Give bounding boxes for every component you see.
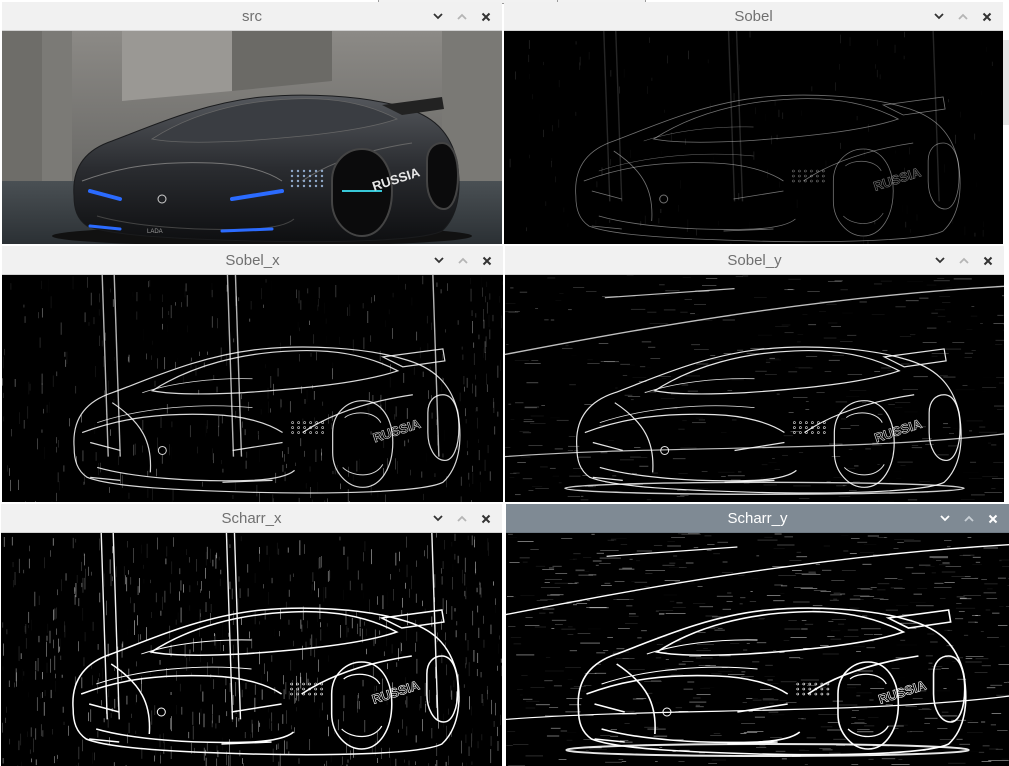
close-icon[interactable] xyxy=(981,504,1005,533)
canvas-bg xyxy=(505,275,1004,502)
image-canvas[interactable]: RUSSIA xyxy=(505,275,1004,502)
sobel-y-image: RUSSIA xyxy=(505,275,1004,502)
dot-pattern xyxy=(320,169,324,173)
window-controls xyxy=(426,2,498,31)
dot-pattern xyxy=(308,174,312,178)
window-src[interactable]: src RUSSIA LADA xyxy=(2,2,502,244)
pillar-shadow xyxy=(232,31,332,91)
image-canvas[interactable]: RUSSIA xyxy=(2,275,503,502)
canvas-bg xyxy=(1,533,502,766)
window-controls xyxy=(928,246,1000,275)
car-photo: RUSSIALADA xyxy=(2,31,502,244)
titlebar[interactable]: Scharr_y xyxy=(506,504,1009,533)
car-wheel-rear xyxy=(426,141,460,211)
dot-pattern xyxy=(290,179,294,183)
chevron-up-icon[interactable] xyxy=(450,2,474,31)
scharr-y-image: RUSSIA xyxy=(506,533,1009,766)
chevron-up-icon[interactable] xyxy=(451,246,475,275)
close-icon[interactable] xyxy=(474,2,498,31)
titlebar[interactable]: Sobel xyxy=(504,2,1003,31)
close-icon[interactable] xyxy=(976,246,1000,275)
canvas-bg xyxy=(504,31,1003,244)
pillar-left-face xyxy=(42,31,72,181)
window-sobel-y[interactable]: Sobel_y RUSSIA xyxy=(505,246,1004,502)
image-canvas[interactable]: RUSSIA xyxy=(506,533,1009,766)
dot-pattern xyxy=(290,184,294,188)
sobel-image: RUSSIA xyxy=(504,31,1003,244)
dot-pattern xyxy=(314,169,318,173)
dot-pattern xyxy=(302,179,306,183)
chevron-down-icon[interactable] xyxy=(928,246,952,275)
titlebar[interactable]: src xyxy=(2,2,502,31)
chevron-down-icon[interactable] xyxy=(933,504,957,533)
dot-pattern xyxy=(302,169,306,173)
dot-pattern xyxy=(314,174,318,178)
chevron-down-icon[interactable] xyxy=(427,246,451,275)
chevron-down-icon[interactable] xyxy=(426,2,450,31)
titlebar[interactable]: Sobel_x xyxy=(2,246,503,275)
chevron-up-icon[interactable] xyxy=(951,2,975,31)
dot-pattern xyxy=(302,174,306,178)
dot-pattern xyxy=(296,184,300,188)
dot-pattern xyxy=(308,184,312,188)
car-badge-text: LADA xyxy=(147,229,163,235)
dot-pattern xyxy=(296,174,300,178)
dot-pattern xyxy=(308,179,312,183)
car-wheel-front xyxy=(331,147,394,238)
dot-pattern xyxy=(320,184,324,188)
close-icon[interactable] xyxy=(975,2,999,31)
dot-pattern xyxy=(308,169,312,173)
dot-pattern xyxy=(320,174,324,178)
lowlight-right xyxy=(220,227,274,233)
window-controls xyxy=(427,246,499,275)
window-scharr-x[interactable]: Scharr_x RUSSIA xyxy=(1,504,502,766)
chevron-up-icon[interactable] xyxy=(450,504,474,533)
image-canvas[interactable]: RUSSIA xyxy=(504,31,1003,244)
dot-pattern xyxy=(302,184,306,188)
sobel-x-image: RUSSIA xyxy=(2,275,503,502)
window-scharr-y[interactable]: Scharr_y RUSSIA xyxy=(506,504,1009,766)
titlebar[interactable]: Sobel_y xyxy=(505,246,1004,275)
window-controls xyxy=(933,504,1005,533)
dot-pattern xyxy=(296,169,300,173)
chevron-up-icon[interactable] xyxy=(952,246,976,275)
image-canvas[interactable]: RUSSIA xyxy=(1,533,502,766)
window-controls xyxy=(927,2,999,31)
dot-pattern xyxy=(290,174,294,178)
image-canvas[interactable]: RUSSIA LADA xyxy=(2,31,502,244)
pillar-center xyxy=(122,31,232,101)
dot-pattern xyxy=(314,184,318,188)
scrollbar-thumb[interactable] xyxy=(1003,40,1009,125)
scharr-x-image: RUSSIA xyxy=(1,533,502,766)
canvas-bg xyxy=(2,275,503,502)
dot-pattern xyxy=(314,179,318,183)
dot-pattern xyxy=(290,169,294,173)
dot-pattern xyxy=(320,179,324,183)
window-sobel-x[interactable]: Sobel_x RUSSIA xyxy=(2,246,503,502)
window-sobel[interactable]: Sobel RUSSIA xyxy=(504,2,1003,244)
close-icon[interactable] xyxy=(474,504,498,533)
window-controls xyxy=(426,504,498,533)
chevron-up-icon[interactable] xyxy=(957,504,981,533)
chevron-down-icon[interactable] xyxy=(927,2,951,31)
chevron-down-icon[interactable] xyxy=(426,504,450,533)
titlebar[interactable]: Scharr_x xyxy=(1,504,502,533)
desktop: src RUSSIA LADA Sobel RUSSIA Sobel_x RUS… xyxy=(0,0,1009,766)
dot-pattern xyxy=(296,179,300,183)
close-icon[interactable] xyxy=(475,246,499,275)
